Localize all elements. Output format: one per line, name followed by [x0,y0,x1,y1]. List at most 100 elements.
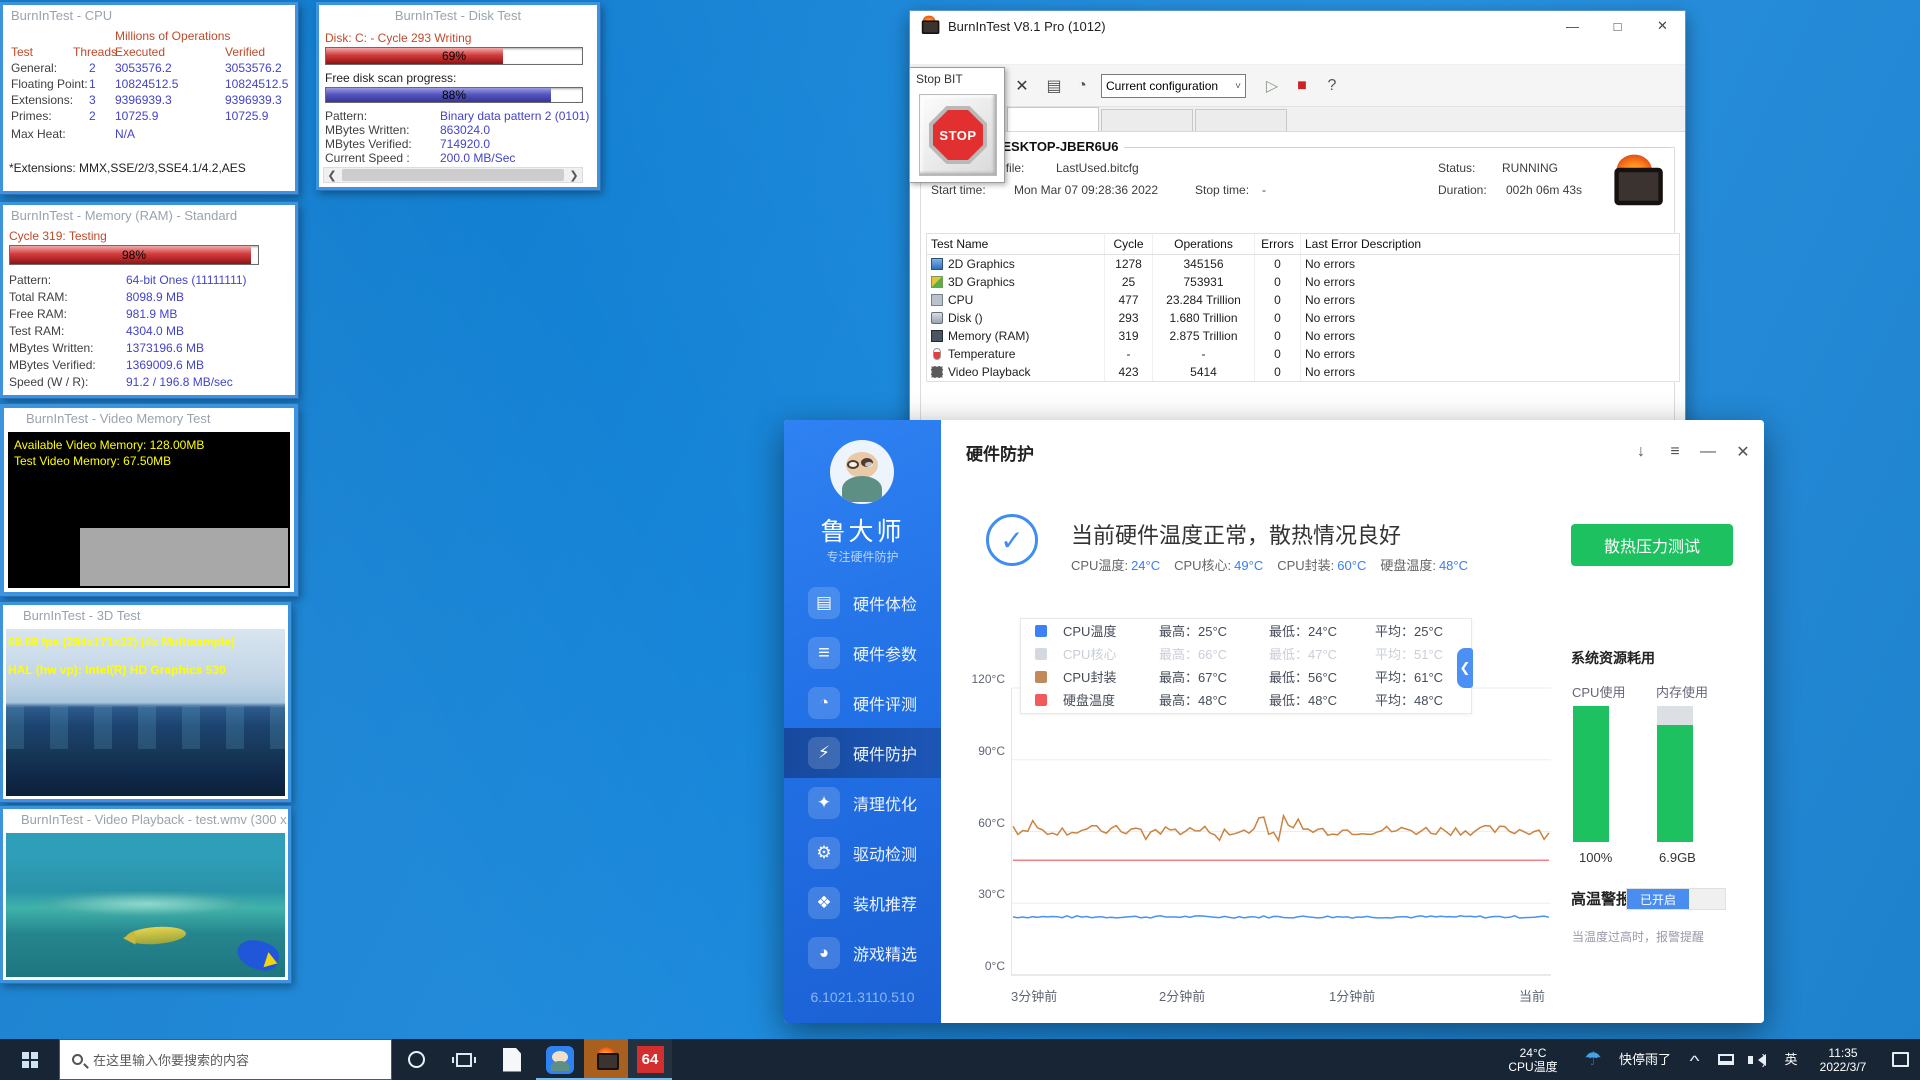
legend-max: 最高：67°C [1159,670,1228,685]
cortana-button[interactable] [392,1039,440,1080]
legend-row[interactable]: 硬盘温度 最高：48°C 最低：48°C 平均：48°C [1021,688,1471,711]
taskbar: 在这里输入你要搜索的内容 64 24°C CPU温度 ☂ 快停雨了 ^ 英 11… [0,1039,1920,1080]
hal-overlay: HAL (hw vp): Intel(R) HD Graphics 530 [8,663,226,677]
test-label: Primes: [11,109,52,123]
sidebar-item-label: 硬件体检 [853,597,918,614]
sidebar-item[interactable]: 硬件参数 [784,628,941,678]
sidebar-item[interactable]: 清理优化 [784,778,941,828]
x-tick-now: 当前 [1519,989,1546,1004]
scroll-right-arrow[interactable]: ❯ [566,169,582,182]
burnintest-video-memory-window: BurnInTest - Video Memory Test Available… [0,404,298,596]
cpu-temp-tray[interactable]: 24°C CPU温度 [1490,1039,1576,1080]
table-row[interactable]: 3D Graphics 25 753931 0 No errors [927,273,1679,291]
gauge-icon[interactable]: ◔ [1069,73,1095,99]
y-tick-90: 90°C [978,744,1005,758]
legend-row[interactable]: CPU核心 最高：66°C 最低：47°C 平均：51°C [1021,642,1471,665]
header-operations[interactable]: Operations [1153,234,1255,254]
input-language-button[interactable]: 英 [1776,1039,1806,1080]
burnintest-taskbar-button[interactable] [584,1039,628,1080]
tab[interactable] [1007,107,1099,131]
memory-info-row: Pattern: 64-bit Ones (11111111) [3,273,295,290]
help-icon[interactable]: ? [1319,73,1345,99]
table-row[interactable]: CPU 477 23.284 Trillion 0 No errors [927,291,1679,309]
sidebar-item[interactable]: 硬件防护 [784,728,941,778]
temp-label: CPU温度: [1071,558,1129,573]
close-icon[interactable]: ✕ [1731,440,1755,464]
tab[interactable] [1195,109,1287,131]
table-row[interactable]: Temperature - - 0 No errors [927,345,1679,363]
threads-value: 2 [89,109,96,123]
alarm-toggle[interactable]: 已开启 [1626,888,1726,910]
tab-row [910,107,1685,132]
download-icon[interactable]: ↓ [1629,440,1653,464]
tray-64-button[interactable]: 64 [628,1039,672,1080]
table-row[interactable]: Memory (RAM) 319 2.875 Trillion 0 No err… [927,327,1679,345]
start-test-icon[interactable]: ▷ [1259,73,1285,99]
horizontal-scrollbar[interactable]: ❮ ❯ [323,167,583,183]
scroll-left-arrow[interactable]: ❮ [324,169,340,182]
minimize-icon[interactable]: — [1696,440,1720,464]
stress-test-button[interactable]: 散热压力测试 [1571,524,1733,566]
stop-sign-icon: STOP [929,106,987,164]
legend-collapse-chevron[interactable]: ❮ [1457,648,1473,688]
close-test-icon[interactable]: ✕ [1009,73,1035,99]
tab[interactable] [1101,109,1193,131]
resources-heading: 系统资源耗用 [1571,650,1655,666]
search-input[interactable]: 在这里输入你要搜索的内容 [59,1039,392,1080]
col-threads: Threads [73,45,118,59]
burnintest-memory-window: BurnInTest - Memory (RAM) - Standard Cyc… [0,202,298,398]
clock[interactable]: 11:35 2022/3/7 [1806,1039,1880,1080]
legend-swatch [1035,624,1047,637]
sidebar-item[interactable]: 硬件体检 [784,578,941,628]
available-video-memory: Available Video Memory: 128.00MB [14,438,205,452]
table-row[interactable]: 2D Graphics 1278 345156 0 No errors [927,255,1679,273]
ludashi-main: 硬件防护 ↓ ≡ — ✕ ✓ 当前硬件温度正常，散热情况良好 CPU温度: 24°… [941,420,1764,1023]
app-name: 鲁大师 [820,518,905,546]
header-test-name[interactable]: Test Name [927,234,1105,254]
maximize-button[interactable]: □ [1595,11,1640,41]
task-view-button[interactable] [440,1039,488,1080]
yellow-fish [125,924,187,947]
weather-button[interactable]: ☂ [1576,1039,1610,1080]
chevron-up-icon: ^ [1690,1053,1700,1070]
sidebar-item[interactable]: 游戏精选 [784,928,941,978]
window-title: BurnInTest - Memory (RAM) - Standard [3,205,295,227]
status-ok-icon: ✓ [986,514,1038,566]
weather-text[interactable]: 快停雨了 [1610,1039,1680,1080]
configuration-dropdown[interactable]: Current configuration ˅ [1101,74,1246,98]
stop-bit-button[interactable]: STOP [919,94,997,176]
divider [1125,147,1669,148]
task-view-icon [452,1052,476,1067]
header-errors[interactable]: Errors [1255,234,1301,254]
minimize-button[interactable]: — [1550,11,1595,41]
volume-button[interactable] [1742,1039,1776,1080]
temp-item: CPU温度: 24°C [1071,555,1160,574]
legend-row[interactable]: CPU封装 最高：67°C 最低：56°C 平均：61°C [1021,665,1471,688]
header-last-error[interactable]: Last Error Description [1301,234,1679,254]
cell-errors: 0 [1255,327,1301,345]
clipboard-icon[interactable]: ▤ [1041,73,1067,99]
info-value: 4304.0 MB [126,324,185,338]
temp-value: 49°C [1234,558,1264,573]
stop-test-icon[interactable]: ■ [1289,73,1315,99]
burnintest-disk-window: BurnInTest - Disk Test Disk: C: - Cycle … [316,2,600,190]
close-button[interactable]: ✕ [1640,11,1685,41]
notepad-button[interactable] [488,1039,536,1080]
sidebar-item[interactable]: 驱动检测 [784,828,941,878]
show-hidden-icons-button[interactable]: ^ [1680,1039,1710,1080]
ludashi-taskbar-button[interactable] [536,1039,584,1080]
cortana-icon [407,1051,425,1068]
sidebar-item[interactable]: 装机推荐 [784,878,941,928]
scroll-thumb[interactable] [342,169,564,181]
table-row[interactable]: Disk () 293 1.680 Trillion 0 No errors [927,309,1679,327]
start-button[interactable] [0,1039,59,1080]
action-center-button[interactable] [1880,1039,1920,1080]
network-button[interactable] [1710,1039,1742,1080]
sidebar-item[interactable]: 硬件评测 [784,678,941,728]
test-label: Extensions: [11,93,74,107]
legend-row[interactable]: CPU温度 最高：25°C 最低：24°C 平均：25°C [1021,619,1471,642]
info-value: Binary data pattern 2 (0101) [440,109,590,123]
menu-icon[interactable]: ≡ [1663,440,1687,464]
header-cycle[interactable]: Cycle [1105,234,1153,254]
table-row[interactable]: Video Playback 423 5414 0 No errors [927,363,1679,381]
